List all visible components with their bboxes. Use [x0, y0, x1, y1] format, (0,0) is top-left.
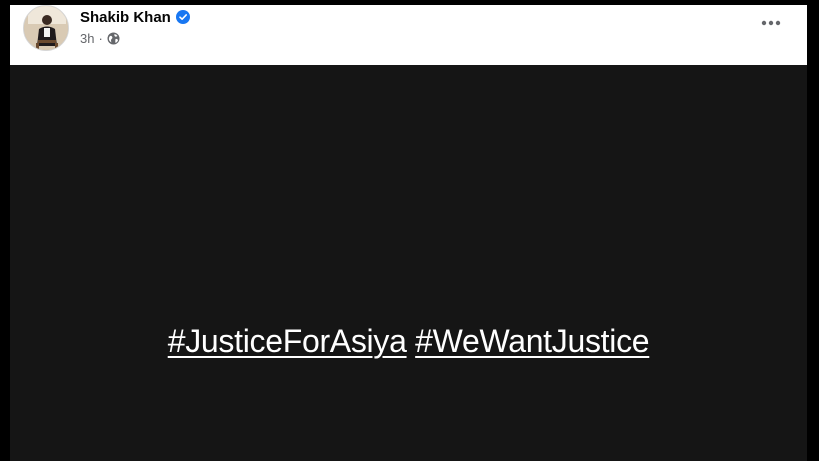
- globe-icon[interactable]: [107, 32, 120, 45]
- hashtag-text: #JusticeForAsiya #WeWantJustice: [10, 323, 807, 360]
- hashtag-we-want-justice[interactable]: #WeWantJustice: [415, 323, 649, 359]
- verified-badge-icon: [175, 10, 190, 24]
- person-silhouette-icon: [24, 6, 68, 50]
- author-row: Shakib Khan: [80, 7, 190, 27]
- post-header: Shakib Khan 3h ·: [10, 5, 807, 65]
- meta-separator: ·: [98, 30, 103, 46]
- post-card: Shakib Khan 3h · #JusticeForAsiya #WeWan…: [10, 5, 807, 461]
- post-timestamp[interactable]: 3h: [80, 31, 94, 46]
- avatar[interactable]: [23, 5, 69, 51]
- author-name[interactable]: Shakib Khan: [80, 9, 171, 26]
- hashtag-justice-for-asiya[interactable]: #JusticeForAsiya: [168, 323, 407, 359]
- post-meta: 3h ·: [80, 30, 120, 46]
- more-options-button[interactable]: [755, 11, 787, 35]
- post-image[interactable]: #JusticeForAsiya #WeWantJustice: [10, 65, 807, 461]
- more-options-icon: [761, 20, 781, 26]
